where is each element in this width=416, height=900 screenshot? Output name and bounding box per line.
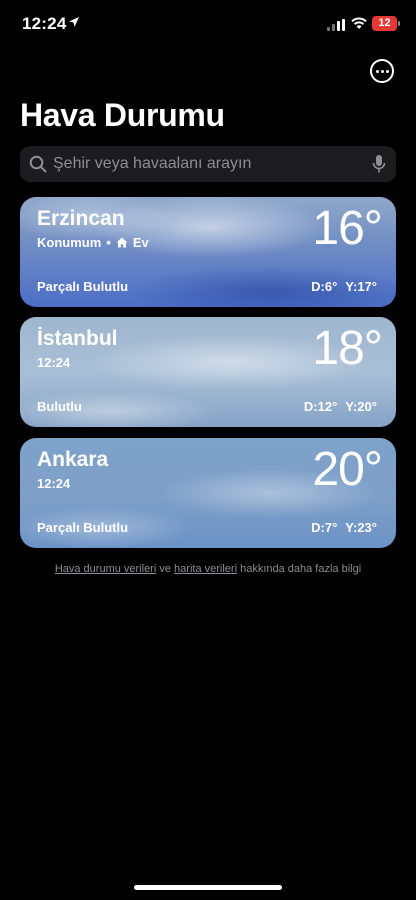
weather-data-link[interactable]: Hava durumu verileri	[55, 563, 156, 575]
note-text: hakkında daha fazla bilgi	[240, 563, 362, 575]
status-bar: 12:24 12	[0, 0, 416, 50]
home-icon	[116, 237, 128, 248]
low-temp: D:12°	[303, 399, 338, 414]
high-temp: Y:23°	[345, 520, 377, 535]
status-time: 12:24	[22, 14, 67, 33]
city-name: Erzincan	[37, 207, 125, 230]
cellular-signal-icon	[327, 19, 345, 31]
data-sources-note: Hava durumu verileri ve harita verileri …	[0, 563, 416, 575]
high-temp: Y:20°	[345, 399, 377, 414]
conjunction-text: ve	[159, 563, 171, 575]
microphone-icon[interactable]	[372, 154, 386, 174]
high-temp: Y:17°	[345, 279, 377, 294]
home-indicator[interactable]	[134, 885, 282, 890]
temperature: 16°	[312, 202, 383, 255]
location-label: Konumum	[37, 235, 102, 250]
weather-card-ankara[interactable]: Ankara 12:24 20° Parçalı Bulutlu D:7° Y:…	[20, 438, 396, 548]
high-low: D:7° Y:23°	[311, 520, 377, 535]
weather-card-istanbul[interactable]: İstanbul 12:24 18° Bulutlu D:12° Y:20°	[20, 317, 396, 427]
ellipsis-circle-icon	[375, 69, 379, 73]
local-time: 12:24	[37, 476, 71, 491]
location-arrow-icon	[69, 17, 79, 27]
search-bar[interactable]: Şehir veya havaalanı arayın	[20, 146, 396, 182]
wifi-icon	[351, 17, 367, 29]
home-label: Ev	[132, 235, 149, 250]
battery-indicator: 12	[372, 16, 400, 31]
separator-dot: •	[106, 235, 111, 250]
low-temp: D:6°	[311, 279, 338, 294]
city-name: Ankara	[37, 448, 109, 471]
low-temp: D:7°	[311, 520, 338, 535]
city-name: İstanbul	[37, 327, 118, 350]
more-options-button[interactable]	[370, 59, 394, 83]
local-time: 12:24	[37, 355, 71, 370]
temperature: 20°	[312, 443, 383, 496]
condition: Bulutlu	[37, 399, 82, 414]
high-low: D:6° Y:17°	[311, 279, 377, 294]
condition: Parçalı Bulutlu	[37, 279, 129, 294]
page-title: Hava Durumu	[20, 97, 225, 133]
map-data-link[interactable]: harita verileri	[174, 563, 237, 575]
weather-card-erzincan[interactable]: Erzincan Konumum • Ev 16° Parçalı Bulutl…	[20, 197, 396, 307]
condition: Parçalı Bulutlu	[37, 520, 129, 535]
high-low: D:12° Y:20°	[304, 399, 377, 414]
card-subtitle: Konumum • Ev	[37, 235, 149, 250]
temperature: 18°	[312, 322, 383, 375]
search-input[interactable]: Şehir veya havaalanı arayın	[53, 155, 251, 173]
search-icon	[29, 155, 47, 173]
